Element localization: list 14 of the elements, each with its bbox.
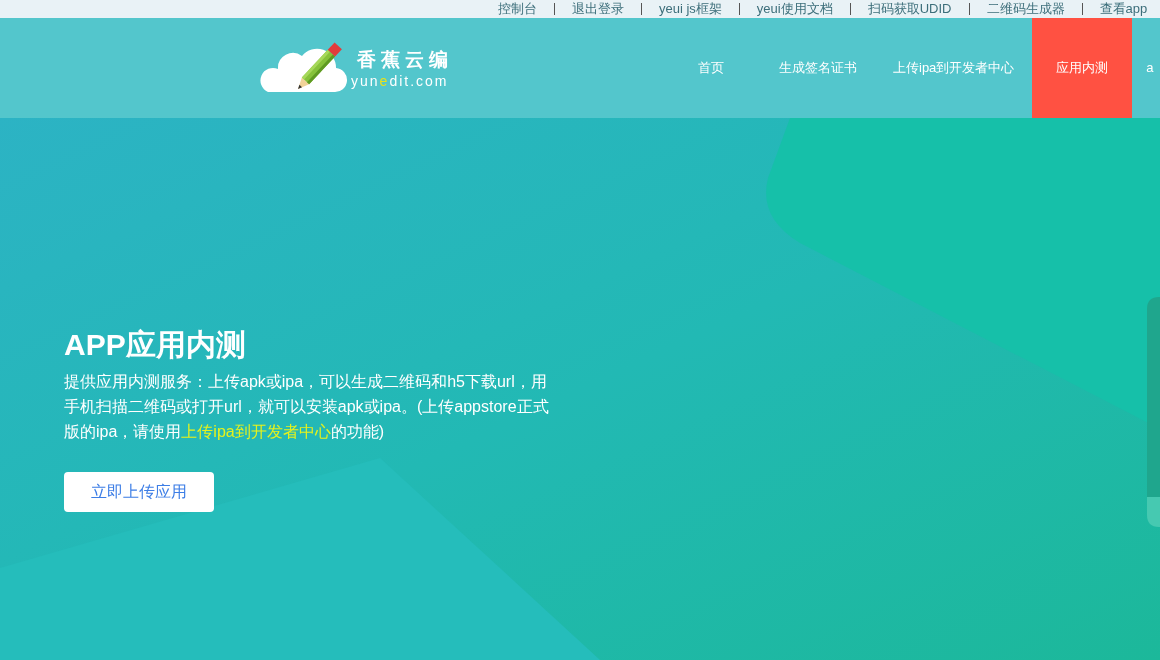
cloud-pencil-logo-icon <box>258 42 350 94</box>
hero-title: APP应用内测 <box>64 327 246 363</box>
top-link[interactable]: 查看app <box>1099 0 1148 18</box>
upload-app-button[interactable]: 立即上传应用 <box>64 472 214 512</box>
top-link[interactable]: 二维码生成器 <box>986 0 1065 18</box>
top-link[interactable]: 扫码获取UDID <box>867 0 952 18</box>
top-link[interactable]: 控制台 <box>498 0 537 18</box>
top-link[interactable]: yeui js框架 <box>659 0 722 18</box>
top-link[interactable]: yeui使用文档 <box>756 0 833 18</box>
nav-item[interactable]: 应用内测 <box>1032 18 1133 118</box>
top-link[interactable]: 退出登录 <box>572 0 624 18</box>
logo-domain: yun e dit.com <box>351 72 450 90</box>
hero-description: 提供应用内测服务：上传apk或ipa，可以生成二维码和h5下载url，用手机扫描二维码或打开url，就可以安装apk或ipa。(上传appstore正式版的ipa，请使用上传ipa到开发者中心的功能) <box>64 372 550 442</box>
logo-name: 香蕉云编 <box>356 48 453 72</box>
